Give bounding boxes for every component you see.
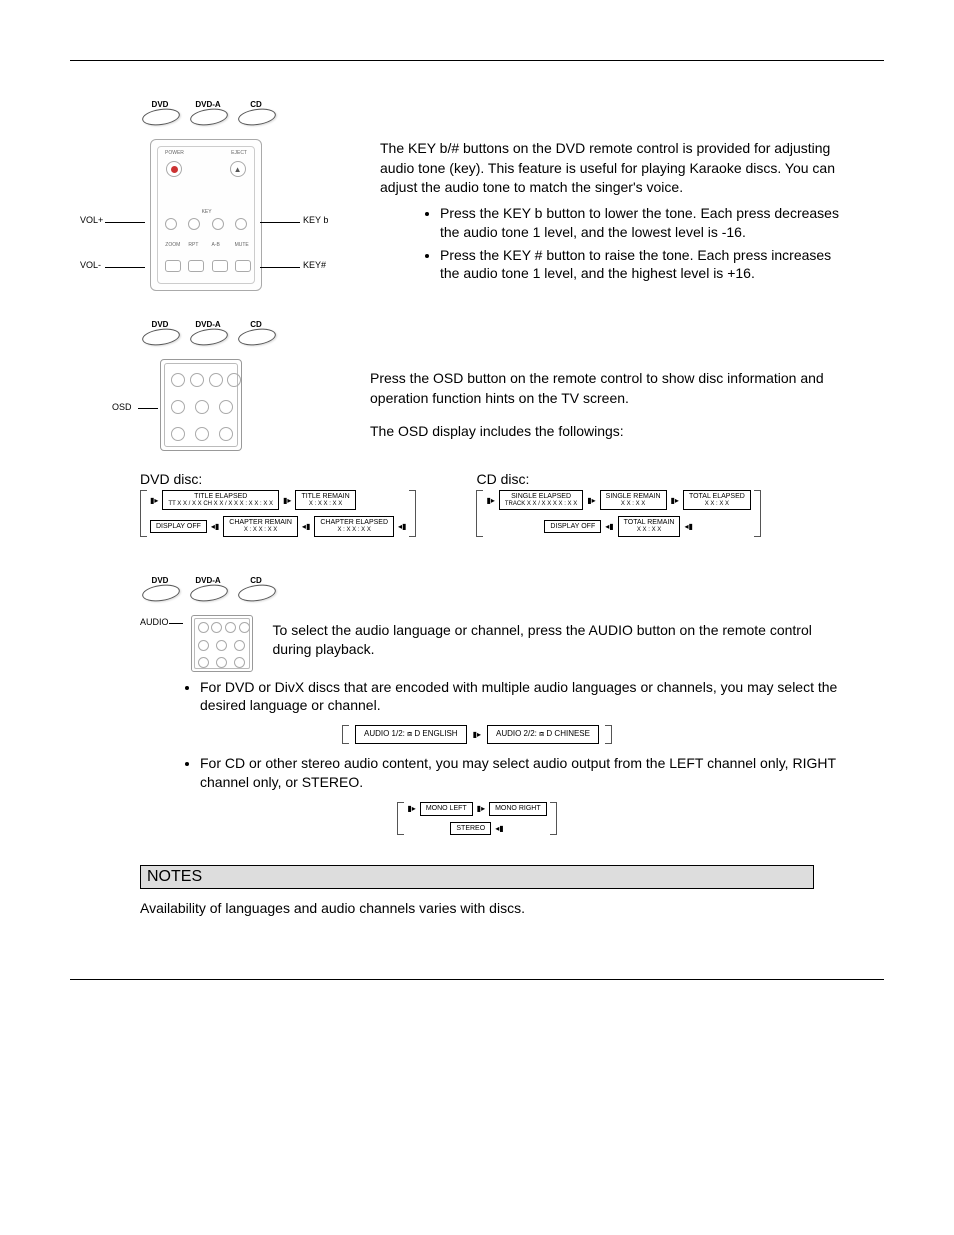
notes-heading: NOTES [147,868,202,885]
rpt-label: RPT [188,242,198,248]
dvd-flow: DVD disc: ▮▸ TITLE ELAPSEDTT X X / X X C… [140,471,416,537]
single-remain-box: SINGLE REMAINX X : X X [600,490,667,510]
key-label: KEY [202,209,212,215]
ab-label: A-B [212,242,220,248]
arrow-icon: ▮▸ [587,496,595,505]
arrow-icon: ▮▸ [150,496,158,505]
key-bullet-2: Press the KEY # button to raise the tone… [440,246,854,284]
audio-bullet-1: For DVD or DivX discs that are encoded w… [200,678,844,716]
audio-intro-text: To select the audio language or channel,… [253,615,884,660]
audio-english-box: AUDIO 1/2: ⧈ D ENGLISH [355,725,467,744]
notes-heading-box: NOTES [140,865,814,889]
remote-btn [188,260,204,272]
top-rule [70,60,884,61]
cd-flow: CD disc: ▮▸ SINGLE ELAPSEDTRACK X X / X … [476,471,760,537]
audio-chinese-box: AUDIO 2/2: ⧈ D CHINESE [487,725,599,744]
title-elapsed-box: TITLE ELAPSEDTT X X / X X CH X X / X X X… [162,490,279,510]
single-elapsed-box: SINGLE ELAPSEDTRACK X X / X X X X : X X [499,490,583,510]
title-remain-box: TITLE REMAINX : X X : X X [295,490,355,510]
osd-remote-diagram: OSD [140,359,370,451]
disc-types-row: DVD DVD-A CD [140,321,884,345]
key-bullet-1: Press the KEY b button to lower the tone… [440,204,854,242]
osd-pointer-label: OSD [112,402,132,412]
arrow-icon: ▮▸ [283,496,291,505]
arrow-icon: ▮▸ [473,730,481,739]
remote-btn [235,260,251,272]
arrow-icon: ◂▮ [211,522,219,531]
arrow-icon: ◂▮ [495,824,503,833]
audio-channel-flow: ▮▸ MONO LEFT ▮▸ MONO RIGHT STEREO ◂▮ [70,802,884,835]
zoom-label: ZOOM [165,242,180,248]
total-elapsed-box: TOTAL ELAPSEDX X : X X [683,490,751,510]
notes-text: Availability of languages and audio chan… [140,899,814,919]
remote-diagram: POWER EJECT KEY ZOOM RPT A-B MUTE KEY b … [140,139,370,291]
cd-disc-heading: CD disc: [476,471,760,487]
disc-cd: CD [236,321,276,345]
arrow-icon: ◂▮ [605,522,613,531]
audio-remote-diagram: AUDIO [140,615,253,672]
remote-btn [165,260,181,272]
chapter-elapsed-box: CHAPTER ELAPSEDX : X X : X X [314,516,394,536]
disc-dvd: DVD [140,321,180,345]
disc-dvda: DVD-A [188,101,228,125]
arrow-icon: ◂▮ [302,522,310,531]
disc-types-row: DVD DVD-A CD [140,577,884,601]
audio-pointer-label: AUDIO [140,617,169,627]
mono-left-box: MONO LEFT [420,802,473,816]
arrow-icon: ◂▮ [684,522,692,531]
disc-types-row: DVD DVD-A CD [140,101,884,125]
keysharp-pointer-label: KEY# [303,260,326,270]
osd-p2: The OSD display includes the followings: [370,422,854,442]
volplus-pointer-label: VOL+ [80,215,103,225]
disc-label: CD [236,100,276,109]
dvd-disc-heading: DVD disc: [140,471,416,487]
arrow-icon: ▮▸ [407,804,415,813]
remote-btn [235,218,247,230]
disc-dvd: DVD [140,101,180,125]
mono-right-box: MONO RIGHT [489,802,547,816]
arrow-icon: ▮▸ [486,496,494,505]
eject-button-icon [230,161,246,177]
disc-label: DVD-A [188,100,228,109]
remote-btn [212,260,228,272]
eject-label: EJECT [231,150,247,156]
display-off-box: DISPLAY OFF [544,520,601,534]
osd-p1: Press the OSD button on the remote contr… [370,369,854,408]
total-remain-box: TOTAL REMAINX X : X X [618,516,681,536]
disc-dvd: DVD [140,577,180,601]
bottom-rule [70,979,884,980]
stereo-box: STEREO [450,822,491,836]
key-intro-text: The KEY b/# buttons on the DVD remote co… [380,139,854,198]
display-off-box: DISPLAY OFF [150,520,207,534]
power-label: POWER [165,150,184,156]
remote-btn [212,218,224,230]
audio-lang-flow: AUDIO 1/2: ⧈ D ENGLISH ▮▸ AUDIO 2/2: ⧈ D… [70,725,884,744]
arrow-icon: ◂▮ [398,522,406,531]
arrow-icon: ▮▸ [671,496,679,505]
disc-label: DVD [140,100,180,109]
keyb-pointer-label: KEY b [303,215,328,225]
audio-bullet-2: For CD or other stereo audio content, yo… [200,754,844,792]
arrow-icon: ▮▸ [477,804,485,813]
disc-dvda: DVD-A [188,577,228,601]
disc-dvda: DVD-A [188,321,228,345]
disc-cd: CD [236,101,276,125]
mute-label: MUTE [235,242,249,248]
disc-cd: CD [236,577,276,601]
chapter-remain-box: CHAPTER REMAINX : X X : X X [223,516,298,536]
volminus-pointer-label: VOL- [80,260,101,270]
